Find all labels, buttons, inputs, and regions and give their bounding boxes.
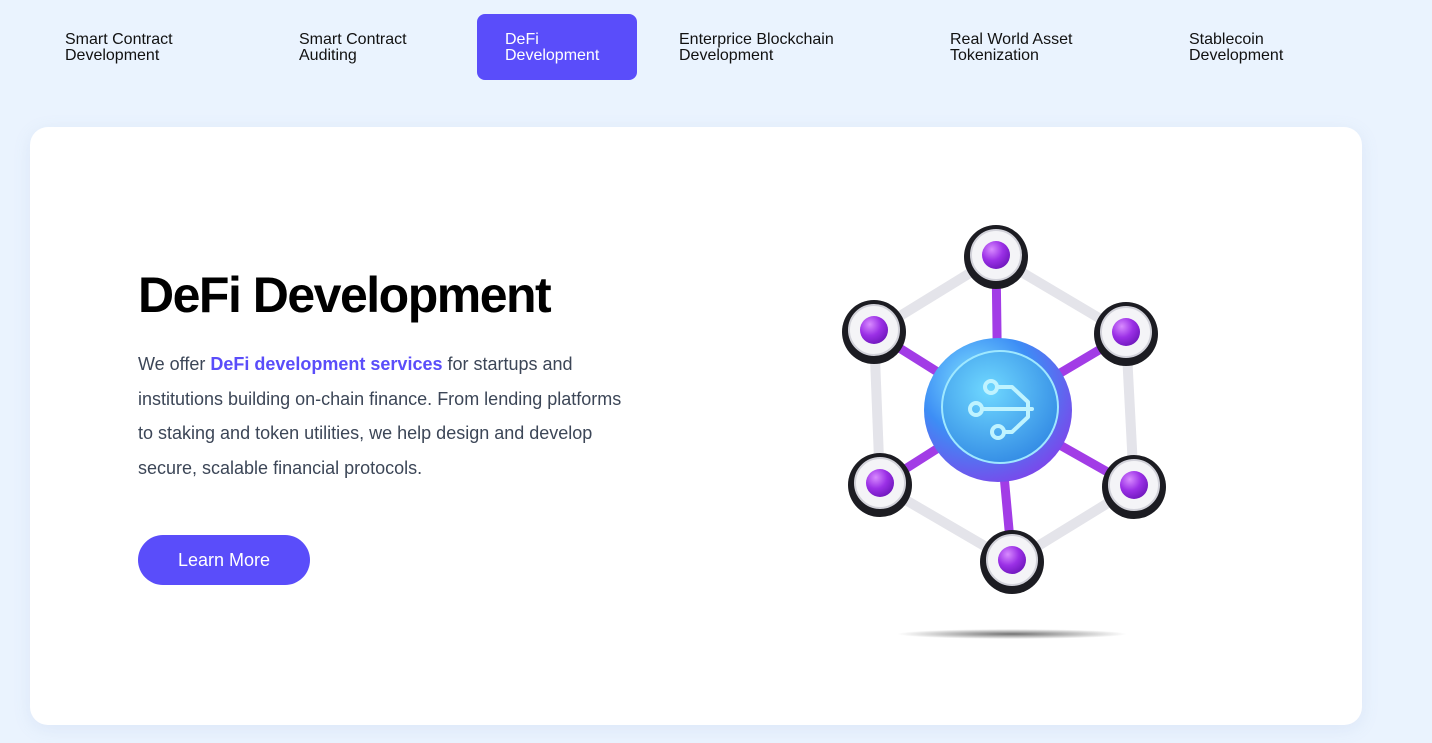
tab-label-line1: Stablecoin	[1189, 31, 1264, 48]
tab-smart-contract-auditing[interactable]: Smart Contract Auditing	[271, 14, 435, 80]
page-title: DeFi Development	[138, 267, 552, 323]
tab-smart-contract-development[interactable]: Smart Contract Development	[37, 14, 201, 80]
service-tabs: Smart Contract Development Smart Contrac…	[0, 0, 1432, 100]
learn-more-button[interactable]: Learn More	[138, 535, 310, 585]
ground-shadow	[897, 629, 1127, 639]
tab-stablecoin-development[interactable]: Stablecoin Development	[1161, 14, 1311, 80]
description: We offer DeFi development services for s…	[138, 347, 628, 485]
network-hub	[924, 338, 1072, 482]
tab-defi-development[interactable]: DeFi Development	[477, 14, 637, 80]
tab-label-line2: Development	[505, 47, 600, 64]
defi-services-link[interactable]: DeFi development services	[210, 354, 442, 374]
node-top	[964, 225, 1028, 289]
blockchain-network-icon	[842, 225, 1166, 639]
node-top-right	[1094, 302, 1158, 366]
node-bottom	[980, 530, 1044, 594]
tab-label-line1: Smart Contract	[65, 31, 173, 48]
tab-label-line2: Development	[679, 47, 774, 64]
content-card: DeFi Development We offer DeFi developme…	[30, 127, 1362, 725]
node-bottom-left	[848, 453, 912, 517]
tab-label-line1: Real World Asset	[950, 31, 1073, 48]
tab-label-line2: Auditing	[299, 47, 357, 64]
tab-label-line2: Development	[65, 47, 160, 64]
tab-label-line1: Enterprice Blockchain	[679, 31, 834, 48]
tab-label-line1: Smart Contract	[299, 31, 407, 48]
node-bottom-right	[1102, 455, 1166, 519]
node-top-left	[842, 300, 906, 364]
description-text-start: We offer	[138, 354, 211, 374]
tab-label-line2: Development	[1189, 47, 1284, 64]
tab-label-line1: DeFi	[505, 31, 539, 48]
tab-enterprise-blockchain-development[interactable]: Enterprice Blockchain Development	[651, 14, 862, 80]
tab-real-world-asset-tokenization[interactable]: Real World Asset Tokenization	[922, 14, 1100, 80]
tab-label-line2: Tokenization	[950, 47, 1039, 64]
